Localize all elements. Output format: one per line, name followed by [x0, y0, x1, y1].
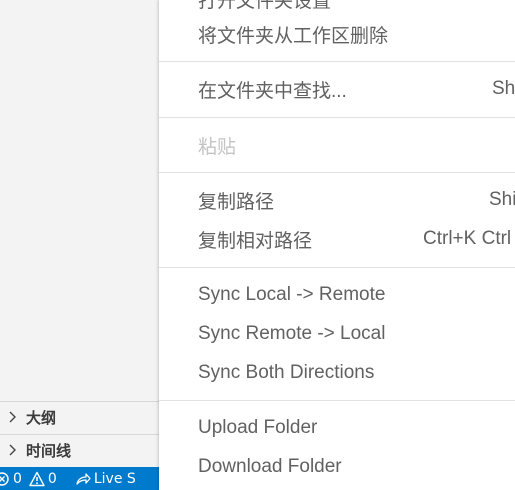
menu-separator [159, 61, 515, 62]
context-menu: 打开文件夹设置 将文件夹从工作区删除 在文件夹中查找... Sh 粘贴 复制路径… [159, 0, 515, 490]
menu-item-upload-folder[interactable]: Upload Folder [159, 411, 515, 445]
chevron-right-icon [9, 411, 16, 423]
live-share-label[interactable]: Live S [94, 471, 136, 487]
panel-outline-label: 大纲 [26, 408, 57, 427]
live-share-icon[interactable] [75, 471, 91, 487]
menu-separator [159, 400, 515, 401]
menu-item-label: Sync Both Directions [198, 362, 375, 383]
menu-item-sync-local-to-remote[interactable]: Sync Local -> Remote [159, 278, 515, 312]
menu-item-label: Sync Remote -> Local [198, 323, 386, 344]
menu-item-download-folder[interactable]: Download Folder [159, 450, 515, 484]
menu-item-find-in-folder[interactable]: 在文件夹中查找... Sh [159, 72, 515, 106]
menu-item-remove-folder-from-workspace[interactable]: 将文件夹从工作区删除 [159, 17, 515, 51]
menu-separator [159, 172, 515, 173]
menu-separator [159, 267, 515, 268]
menu-item-sync-both-directions[interactable]: Sync Both Directions [159, 356, 515, 390]
menu-item-shortcut: Shi [489, 189, 515, 210]
menu-item-paste: 粘贴 [159, 128, 515, 162]
menu-item-label: Sync Local -> Remote [198, 284, 386, 305]
status-bar: 0 0 Live S [0, 467, 160, 490]
menu-item-sync-remote-to-local[interactable]: Sync Remote -> Local [159, 317, 515, 351]
panel-outline[interactable]: 大纲 [0, 401, 160, 432]
menu-item-label: 复制路径 [198, 191, 275, 213]
menu-item-label: 在文件夹中查找... [198, 80, 347, 102]
chevron-right-icon [9, 444, 16, 456]
explorer-sidebar: 大纲 时间线 0 0 Live S [0, 0, 161, 490]
menu-item-label: 将文件夹从工作区删除 [198, 25, 389, 47]
menu-item-open-folder-settings[interactable]: 打开文件夹设置 [159, 0, 515, 16]
menu-item-label: Download Folder [198, 456, 342, 477]
menu-item-label: 复制相对路径 [198, 230, 313, 252]
menu-item-label: Upload Folder [198, 417, 318, 438]
warning-icon[interactable] [29, 471, 45, 487]
panel-timeline[interactable]: 时间线 [0, 434, 160, 465]
menu-item-label: 粘贴 [198, 136, 237, 158]
warning-count[interactable]: 0 [48, 471, 57, 487]
error-icon[interactable] [0, 471, 10, 487]
menu-item-label: 打开文件夹设置 [198, 0, 332, 12]
menu-item-copy-path[interactable]: 复制路径 Shi [159, 183, 515, 217]
menu-item-shortcut: Sh [492, 78, 515, 99]
panel-timeline-label: 时间线 [26, 441, 72, 460]
error-count[interactable]: 0 [13, 471, 22, 487]
menu-item-shortcut: Ctrl+K Ctrl [423, 228, 512, 249]
menu-separator [159, 117, 515, 118]
menu-item-copy-relative-path[interactable]: 复制相对路径 Ctrl+K Ctrl [159, 222, 515, 256]
